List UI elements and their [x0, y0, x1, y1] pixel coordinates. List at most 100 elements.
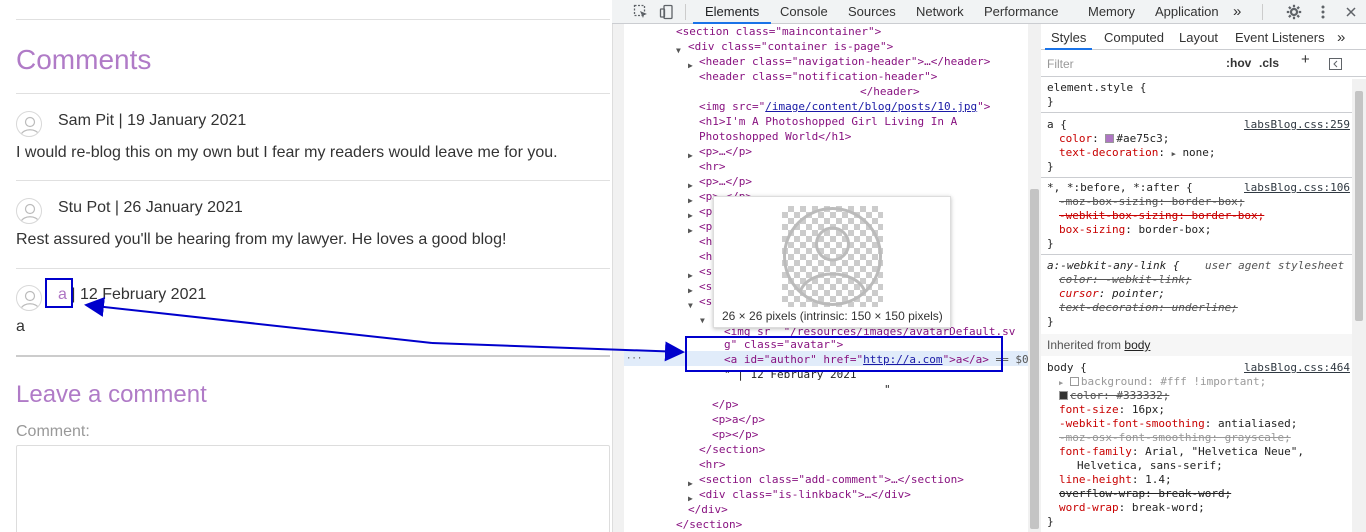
rule-body-overflow-wrap[interactable]: overflow-wrap: break-word;: [1059, 487, 1231, 501]
new-rule-button[interactable]: +: [1301, 52, 1310, 67]
filter-input[interactable]: Filter: [1047, 56, 1215, 73]
rule-a-color[interactable]: color: #ae75c3;: [1059, 132, 1169, 146]
dom-line-p[interactable]: <p>…</p>: [699, 144, 752, 159]
inspect-element-icon[interactable]: [632, 3, 650, 21]
tab-computed[interactable]: Computed: [1104, 24, 1164, 50]
divider: [16, 355, 610, 357]
tab-application[interactable]: Application: [1155, 0, 1219, 24]
device-toggle-icon[interactable]: [658, 3, 676, 21]
expand-triangle-icon[interactable]: ▶: [688, 283, 693, 298]
tab-sources[interactable]: Sources: [848, 0, 896, 24]
dom-line-h[interactable]: <h: [699, 234, 712, 249]
dom-line-section-close[interactable]: </section>: [676, 517, 742, 532]
dom-line-hr[interactable]: <hr>: [699, 159, 726, 174]
tab-elements[interactable]: Elements: [693, 0, 772, 24]
rule-body-selector[interactable]: body {: [1047, 361, 1087, 375]
tab-performance[interactable]: Performance: [984, 0, 1058, 24]
rule-a-text-decoration[interactable]: text-decoration: ▶ none;: [1059, 146, 1216, 161]
dom-line-p-a[interactable]: <p>a</p>: [712, 412, 765, 427]
rule-star-box-sizing[interactable]: box-sizing: border-box;: [1059, 223, 1211, 237]
dom-line-h[interactable]: <h: [699, 249, 712, 264]
rule-star-selector[interactable]: *, *:before, *:after {: [1047, 181, 1193, 195]
close-icon[interactable]: [1342, 3, 1360, 21]
rule-divider: [1041, 254, 1352, 255]
dom-line-div-close[interactable]: </div>: [688, 502, 728, 517]
tab-console[interactable]: Console: [780, 0, 828, 24]
dom-line-header-close[interactable]: </header>: [860, 84, 920, 99]
comment-textarea[interactable]: [16, 445, 610, 532]
rule-body-font-family-cont: Helvetica, sans-serif;: [1077, 459, 1223, 472]
tab-styles[interactable]: Styles: [1045, 24, 1093, 50]
dom-line-header-nav[interactable]: <header class="navigation-header">…</hea…: [699, 54, 990, 69]
dom-line-add-comment[interactable]: <section class="add-comment">…</section>: [699, 472, 964, 487]
collapse-triangle-icon[interactable]: ▼: [688, 298, 693, 313]
dom-line-author-link[interactable]: <a id="author" href="http://a.com">a</a>…: [724, 352, 1028, 367]
color-swatch-icon[interactable]: [1105, 134, 1115, 143]
comment-meta: a | 12 February 2021: [58, 286, 206, 304]
rule-a-source-link[interactable]: labsBlog.css:259: [1244, 118, 1350, 132]
toggle-sidebar-icon[interactable]: [1329, 58, 1342, 73]
gear-icon[interactable]: [1285, 3, 1303, 21]
rule-body-line-height[interactable]: line-height: 1.4;: [1059, 473, 1172, 487]
rule-body-font-family[interactable]: font-family: Arial, "Helvetica Neue",: [1059, 445, 1304, 459]
tab-event-listeners[interactable]: Event Listeners: [1235, 24, 1325, 50]
styles-scrollbar[interactable]: [1352, 79, 1366, 532]
dom-line-p-empty[interactable]: <p></p>: [712, 427, 758, 442]
expand-triangle-icon[interactable]: ▶: [688, 268, 693, 283]
rule-body-word-wrap[interactable]: word-wrap: break-word;: [1059, 501, 1205, 515]
rule-star-source-link[interactable]: labsBlog.css:106: [1244, 181, 1350, 195]
expand-triangle-icon[interactable]: ▶: [688, 178, 693, 193]
rule-body-source-link[interactable]: labsBlog.css:464: [1244, 361, 1350, 375]
divider: [16, 93, 610, 94]
expand-triangle-icon[interactable]: ▶: [688, 58, 693, 73]
expand-triangle-icon[interactable]: ▶: [688, 193, 693, 208]
rule-body-background: ▶ background: #fff !important;: [1059, 375, 1267, 388]
rule-star-moz-box-sizing[interactable]: -moz-box-sizing: border-box;: [1059, 195, 1244, 209]
collapse-triangle-icon[interactable]: ▼: [676, 43, 681, 58]
rule-wal-selector[interactable]: a:-webkit-any-link {: [1047, 259, 1179, 273]
expand-triangle-icon[interactable]: ▶: [688, 223, 693, 238]
expand-triangle-icon[interactable]: ▶: [688, 208, 693, 223]
dom-line-p[interactable]: <p: [699, 204, 712, 219]
node-actions-ellipsis[interactable]: ···: [626, 352, 642, 367]
dom-line-container[interactable]: <div class="container is-page">: [688, 39, 893, 54]
collapse-triangle-icon[interactable]: ▼: [700, 313, 705, 328]
expand-triangle-icon[interactable]: ▶: [688, 148, 693, 163]
dom-line-h1[interactable]: <h1>I'm A Photoshopped Girl Living In A: [699, 114, 957, 129]
more-tabs-button[interactable]: »: [1233, 0, 1241, 24]
dom-line-header-notif[interactable]: <header class="notification-header">: [699, 69, 937, 84]
kebab-menu-icon[interactable]: [1314, 3, 1332, 21]
rule-body-font-size[interactable]: font-size: 16px;: [1059, 403, 1165, 417]
expand-triangle-icon[interactable]: ▶: [688, 476, 693, 491]
dom-line-p-close[interactable]: </p>: [712, 397, 739, 412]
dom-scrollbar[interactable]: [1028, 24, 1041, 532]
dom-line-text-node[interactable]: " | 12 February 2021: [724, 367, 856, 382]
dom-line-hr[interactable]: <hr>: [699, 457, 726, 472]
tab-network[interactable]: Network: [916, 0, 964, 24]
divider: [16, 268, 610, 269]
dom-scrollbar-thumb[interactable]: [1030, 189, 1039, 529]
rule-star-webkit-box-sizing[interactable]: -webkit-box-sizing: border-box;: [1059, 209, 1264, 223]
rule-body-webkit-font-smoothing[interactable]: -webkit-font-smoothing: antialiased;: [1059, 417, 1297, 431]
tab-memory[interactable]: Memory: [1088, 0, 1135, 24]
page-scrollbar[interactable]: [612, 0, 624, 532]
tab-layout[interactable]: Layout: [1179, 24, 1218, 50]
rule-a-selector[interactable]: a {: [1047, 118, 1067, 132]
comment-author: Stu Pot: [58, 199, 111, 216]
rule-close-brace: }: [1047, 515, 1054, 528]
more-tabs-button[interactable]: »: [1337, 24, 1345, 50]
dom-line-section-close[interactable]: </section>: [699, 442, 765, 457]
inherited-from-link[interactable]: body: [1124, 338, 1150, 352]
comment-author-link[interactable]: a: [58, 286, 67, 303]
styles-filter-bar: Filter :hov .cls +: [1041, 51, 1366, 77]
hov-toggle[interactable]: :hov: [1226, 56, 1251, 70]
dom-line-img[interactable]: <img src="/image/content/blog/posts/10.j…: [699, 99, 990, 114]
dom-line-p[interactable]: <p>…</p>: [699, 174, 752, 189]
image-dimensions-text: 26 × 26 pixels (intrinsic: 150 × 150 pix…: [722, 309, 943, 323]
styles-scrollbar-thumb[interactable]: [1355, 91, 1363, 321]
rule-element-style[interactable]: element.style {: [1047, 81, 1146, 95]
dom-line-p[interactable]: <p: [699, 219, 712, 234]
dom-line-linkback[interactable]: <div class="is-linkback">…</div>: [699, 487, 911, 502]
cls-toggle[interactable]: .cls: [1259, 56, 1279, 70]
dom-line-section[interactable]: <section class="maincontainer">: [676, 24, 881, 39]
